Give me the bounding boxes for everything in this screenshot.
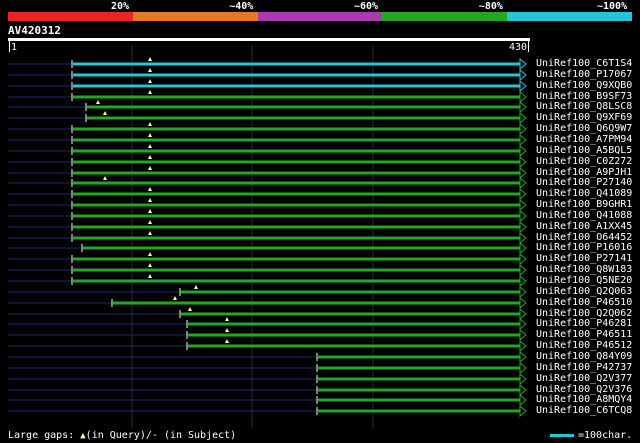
query-gap-triangle-icon [225, 317, 229, 321]
scale-swatch [550, 434, 574, 437]
hit-label[interactable]: UniRef100_C6T1S4 [536, 58, 632, 69]
scale-label: =100char. [578, 430, 633, 441]
hit-label[interactable]: UniRef100_P46512 [536, 340, 632, 351]
hit-end-arrow-icon [519, 307, 527, 321]
query-gap-triangle-icon [148, 274, 152, 278]
hit-end-arrow-icon [519, 176, 527, 190]
hit-end-arrow-icon [519, 252, 527, 266]
large-gaps-suffix: (in Query)/- (in Subject) [85, 430, 237, 441]
hit-label[interactable]: UniRef100_P17067 [536, 69, 632, 80]
hit-end-arrow-icon [519, 274, 527, 288]
large-gaps-prefix: Large gaps: [8, 430, 81, 441]
hit-label[interactable]: UniRef100_Q9XQB0 [536, 80, 632, 91]
hit-end-arrow-icon [519, 79, 527, 93]
query-gap-triangle-icon [148, 144, 152, 148]
hit-end-arrow-icon [519, 111, 527, 125]
query-gap-triangle-icon [173, 296, 177, 300]
hit-end-arrow-icon [519, 90, 527, 104]
hit-end-arrow-icon [519, 404, 527, 418]
hit-end-arrow-icon [519, 361, 527, 375]
query-gap-triangle-icon [148, 90, 152, 94]
hit-label[interactable]: UniRef100_P16016 [536, 242, 632, 253]
hit-label[interactable]: UniRef100_Q2V377 [536, 373, 632, 384]
hit-end-arrow-icon [519, 209, 527, 223]
query-gap-triangle-icon [148, 133, 152, 137]
hit-label[interactable]: UniRef100_C0Z272 [536, 156, 632, 167]
hit-end-arrow-icon [519, 198, 527, 212]
hit-label[interactable]: UniRef100_Q9XF69 [536, 112, 632, 123]
hit-end-arrow-icon [519, 231, 527, 245]
hit-label[interactable]: UniRef100_A7PM94 [536, 134, 632, 145]
hit-label[interactable]: UniRef100_P46511 [536, 329, 632, 340]
query-gap-triangle-icon [225, 339, 229, 343]
hit-label[interactable]: UniRef100_B9GHR1 [536, 199, 632, 210]
hit-label[interactable]: UniRef100_Q8W183 [536, 264, 632, 275]
query-gap-triangle-icon [96, 100, 100, 104]
hit-end-arrow-icon [519, 100, 527, 114]
hit-end-arrow-icon [519, 133, 527, 147]
hit-label[interactable]: UniRef100_Q41088 [536, 210, 632, 221]
hit-end-arrow-icon [519, 296, 527, 310]
query-gap-triangle-icon [148, 68, 152, 72]
hit-end-arrow-icon [519, 372, 527, 386]
query-gap-triangle-icon [148, 166, 152, 170]
hit-label[interactable]: UniRef100_P27140 [536, 177, 632, 188]
query-gap-triangle-icon [148, 122, 152, 126]
query-gap-triangle-icon [148, 263, 152, 267]
hit-label[interactable]: UniRef100_P27141 [536, 253, 632, 264]
hit-end-arrow-icon [519, 350, 527, 364]
hit-label[interactable]: UniRef100_A5BQL5 [536, 145, 632, 156]
query-gap-triangle-icon [148, 79, 152, 83]
hit-end-arrow-icon [519, 241, 527, 255]
hit-end-arrow-icon [519, 220, 527, 234]
query-gap-triangle-icon [148, 57, 152, 61]
hit-label[interactable]: UniRef100_P42737 [536, 362, 632, 373]
query-gap-triangle-icon [148, 209, 152, 213]
query-gap-triangle-icon [103, 111, 107, 115]
hit-end-arrow-icon [519, 68, 527, 82]
query-gap-triangle-icon [148, 198, 152, 202]
hit-label[interactable]: UniRef100_A8MQY4 [536, 394, 632, 405]
hit-label[interactable]: UniRef100_Q8LSC8 [536, 101, 632, 112]
hit-label[interactable]: UniRef100_P46281 [536, 318, 632, 329]
hit-label[interactable]: UniRef100_C6TCQ8 [536, 405, 632, 416]
hit-end-arrow-icon [519, 328, 527, 342]
hit-end-arrow-icon [519, 166, 527, 180]
hit-end-arrow-icon [519, 393, 527, 407]
hit-label[interactable]: UniRef100_Q6Q9W7 [536, 123, 632, 134]
hit-end-arrow-icon [519, 339, 527, 353]
query-gap-triangle-icon [148, 155, 152, 159]
hit-end-arrow-icon [519, 285, 527, 299]
query-gap-triangle-icon [103, 176, 107, 180]
large-gaps-legend: Large gaps: ▲(in Query)/- (in Subject) [8, 430, 236, 442]
hit-end-arrow-icon [519, 155, 527, 169]
query-gap-triangle-icon [148, 252, 152, 256]
hit-end-arrow-icon [519, 122, 527, 136]
hit-end-arrow-icon [519, 317, 527, 331]
query-gap-triangle-icon [225, 328, 229, 332]
query-gap-triangle-icon [188, 307, 192, 311]
hit-end-arrow-icon [519, 187, 527, 201]
query-gap-triangle-icon [148, 231, 152, 235]
query-gap-triangle-icon [148, 187, 152, 191]
hit-end-arrow-icon [519, 57, 527, 71]
hit-label[interactable]: UniRef100_Q5NE20 [536, 275, 632, 286]
hit-end-arrow-icon [519, 383, 527, 397]
hit-label[interactable]: UniRef100_A1XX45 [536, 221, 632, 232]
hit-end-arrow-icon [519, 144, 527, 158]
hit-label[interactable]: UniRef100_Q84Y09 [536, 351, 632, 362]
hit-label[interactable]: UniRef100_Q2Q063 [536, 286, 632, 297]
hit-label[interactable]: UniRef100_P46510 [536, 297, 632, 308]
query-gap-triangle-icon [148, 220, 152, 224]
hit-label[interactable]: UniRef100_Q41089 [536, 188, 632, 199]
hit-end-arrow-icon [519, 263, 527, 277]
query-gap-triangle-icon [194, 285, 198, 289]
